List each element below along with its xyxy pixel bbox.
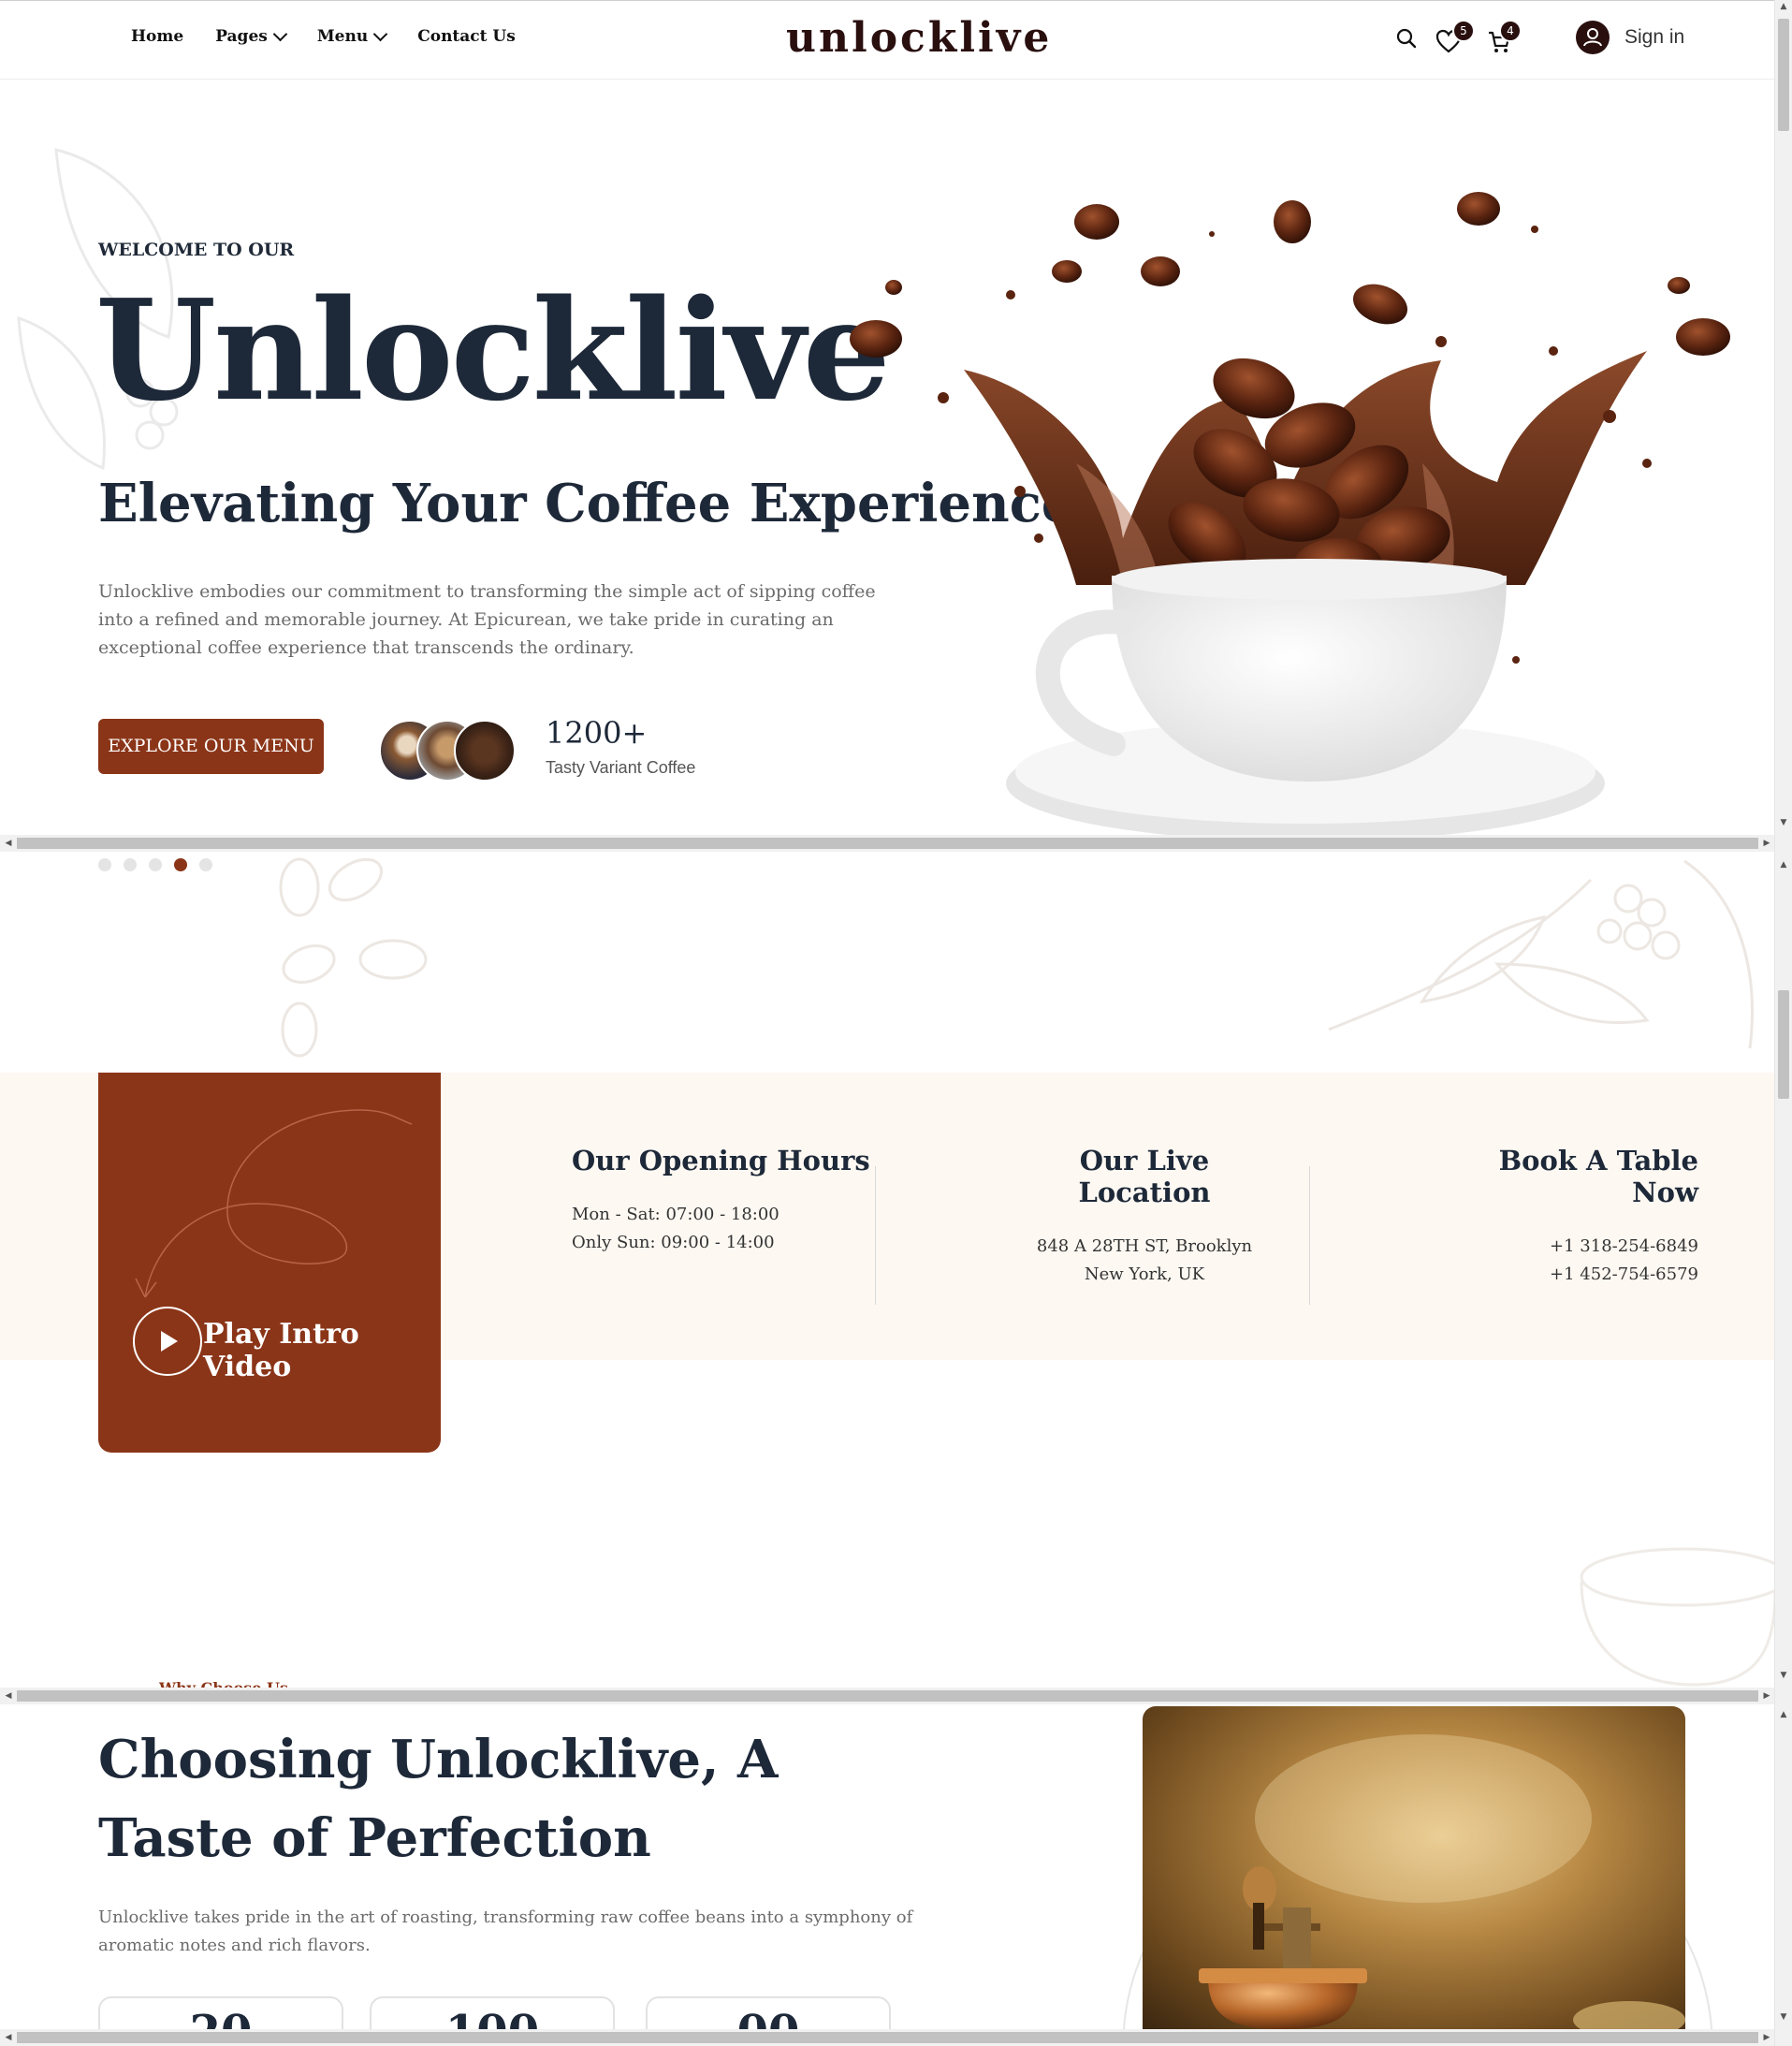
scroll-left-arrow[interactable]: ◀ xyxy=(0,1688,17,1704)
scrollbar-thumb[interactable] xyxy=(1778,19,1789,131)
scroll-left-arrow[interactable]: ◀ xyxy=(0,835,17,852)
horizontal-scrollbar[interactable]: ◀ ▶ xyxy=(0,1688,1775,1704)
scroll-down-arrow[interactable]: ▼ xyxy=(1775,816,1792,829)
search-icon[interactable] xyxy=(1395,27,1418,50)
nav-menu-label: Menu xyxy=(316,27,369,46)
live-location-title: Our Live Location xyxy=(1078,1145,1211,1208)
opening-hours: Our Opening Hours Mon - Sat: 07:00 - 18:… xyxy=(572,1145,870,1257)
site-header: Home Pages Menu Contact Us unlocklive 5 … xyxy=(0,0,1775,80)
coffee-grinder-photo xyxy=(1143,1706,1685,2029)
play-intro-video-label[interactable]: Play Intro Video xyxy=(203,1318,441,1383)
cup-decoration xyxy=(1580,1547,1775,1687)
play-icon[interactable] xyxy=(133,1307,202,1376)
coffee-thumbnail xyxy=(454,720,516,782)
scrollbar-thumb[interactable] xyxy=(17,1690,1758,1702)
scrollbar-thumb[interactable] xyxy=(1778,990,1789,1099)
wishlist-count-badge: 5 xyxy=(1452,20,1475,42)
coffee-splash-image xyxy=(850,192,1730,841)
beans-decoration xyxy=(279,857,428,1058)
scroll-right-arrow[interactable]: ▶ xyxy=(1758,2029,1775,2046)
signin-button[interactable]: Sign in xyxy=(1576,21,1684,54)
coffee-variant-label: Tasty Variant Coffee xyxy=(546,758,696,777)
coffee-thumbnails xyxy=(379,720,516,782)
nav-pages-label: Pages xyxy=(215,27,268,46)
opening-hours-line: Mon - Sat: 07:00 - 18:00 xyxy=(572,1205,779,1224)
nav-contact-label: Contact Us xyxy=(417,27,516,46)
explore-menu-button[interactable]: EXPLORE OUR MENU xyxy=(98,719,324,774)
vertical-scrollbar[interactable]: ▲ ▼ ▲ ▼ ▲ ▼ xyxy=(1774,0,1792,2046)
nav-contact[interactable]: Contact Us xyxy=(417,27,516,46)
user-icon xyxy=(1576,21,1610,54)
location-line: New York, UK xyxy=(1084,1264,1205,1284)
nav-home-label: Home xyxy=(131,27,184,46)
slider-dot[interactable] xyxy=(124,858,137,871)
swirl-decoration xyxy=(135,1109,413,1298)
scrollbar-thumb[interactable] xyxy=(17,2032,1758,2043)
why-choose-title: Choosing Unlocklive, A Taste of Perfecti… xyxy=(98,1729,779,1869)
hero-title: Unlocklive xyxy=(95,269,891,431)
scroll-right-arrow[interactable]: ▶ xyxy=(1758,1688,1775,1704)
scroll-left-arrow[interactable]: ◀ xyxy=(0,2029,17,2046)
chevron-down-icon xyxy=(272,26,288,41)
intro-video-card[interactable]: Play Intro Video xyxy=(98,1073,441,1453)
slider-dot[interactable] xyxy=(98,858,111,871)
scroll-up-arrow[interactable]: ▲ xyxy=(1775,858,1792,871)
slider-dot[interactable] xyxy=(149,858,162,871)
scroll-up-arrow[interactable]: ▲ xyxy=(1775,1708,1792,1721)
opening-hours-line: Only Sun: 09:00 - 14:00 xyxy=(572,1233,775,1252)
signin-label: Sign in xyxy=(1624,26,1685,48)
opening-hours-title: Our Opening Hours xyxy=(572,1145,870,1176)
hero-description: Unlocklive embodies our commitment to tr… xyxy=(98,581,876,658)
divider xyxy=(875,1166,876,1305)
scroll-down-arrow[interactable]: ▼ xyxy=(1775,1669,1792,1682)
location-line: 848 A 28TH ST, Brooklyn xyxy=(1036,1236,1253,1256)
why-choose-description: Unlocklive takes pride in the art of roa… xyxy=(98,1907,913,1955)
chevron-down-icon xyxy=(372,26,388,41)
horizontal-scrollbar[interactable]: ◀ ▶ xyxy=(0,2029,1775,2046)
nav-pages[interactable]: Pages xyxy=(215,26,288,46)
book-table-title: Book A Table Now xyxy=(1498,1145,1698,1208)
page: Home Pages Menu Contact Us unlocklive 5 … xyxy=(0,0,1775,2046)
book-table: Book A Table Now +1 318-254-6849 +1 452-… xyxy=(1441,1145,1698,1289)
scroll-down-arrow[interactable]: ▼ xyxy=(1775,2010,1792,2024)
nav-menu[interactable]: Menu xyxy=(316,26,388,46)
divider xyxy=(1309,1166,1310,1305)
cart-count-badge: 4 xyxy=(1499,20,1522,42)
phone-number[interactable]: +1 318-254-6849 xyxy=(1441,1233,1698,1261)
slider-dot-active[interactable] xyxy=(174,858,187,871)
main-nav: Home Pages Menu Contact Us xyxy=(131,26,516,46)
coffee-grinder-image xyxy=(1199,1734,1685,2029)
live-location: Our Live Location 848 A 28TH ST, Brookly… xyxy=(1032,1145,1257,1289)
coffee-variant-count: 1200+ xyxy=(546,715,648,751)
scroll-up-arrow[interactable]: ▲ xyxy=(1775,0,1792,13)
hero-kicker: WELCOME TO OUR xyxy=(98,240,295,260)
phone-number[interactable]: +1 452-754-6579 xyxy=(1441,1261,1698,1289)
hero-slider-dots xyxy=(98,858,212,871)
coffee-branch-decoration xyxy=(1328,859,1754,1049)
site-logo[interactable]: unlocklive xyxy=(786,14,1052,62)
nav-home[interactable]: Home xyxy=(131,27,183,46)
